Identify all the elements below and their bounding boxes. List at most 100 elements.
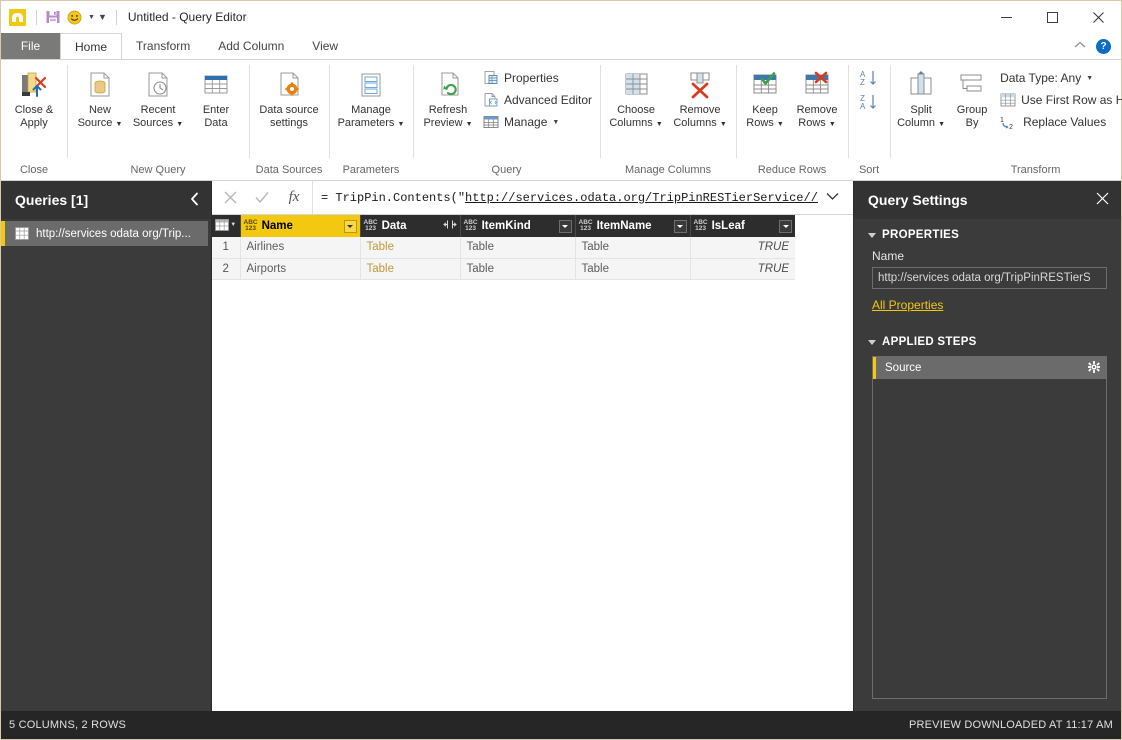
query-list-item[interactable]: http://services odata org/Trip... [1,221,208,246]
data-source-settings-button[interactable]: Data source settings [253,65,325,130]
filter-dropdown-icon[interactable] [558,219,572,233]
manage-button[interactable]: Manage ▼ [479,111,596,133]
tab-add-column[interactable]: Add Column [204,33,298,59]
sort-descending-button[interactable]: Z A [858,91,880,113]
data-type-dropdown-icon[interactable]: ▼ [1086,75,1093,82]
tab-file[interactable]: File [1,33,60,59]
help-button[interactable]: ? [1096,38,1111,54]
tab-transform[interactable]: Transform [122,33,204,59]
cell-itemname[interactable]: Table [575,237,691,259]
remove-rows-dropdown-icon[interactable]: ▼ [829,121,836,128]
choose-columns-dropdown-icon[interactable]: ▼ [656,121,663,128]
insert-step-fx-button[interactable]: fx [280,185,308,211]
advanced-editor-button[interactable]: Advanced Editor [479,89,596,111]
chevron-left-icon[interactable] [190,192,199,209]
gear-icon[interactable] [1088,360,1100,376]
sort-ascending-button[interactable]: A Z [858,67,880,89]
split-column-dropdown-icon[interactable]: ▼ [938,121,945,128]
data-preview-grid: ▼ ABC 123 Name ABC 123 Data ABC 123 Item… [212,215,795,280]
formula-url-link[interactable]: http://services.odata.org/TripPinRESTier… [465,191,818,205]
keep-rows-button[interactable]: Keep Rows ▼ [740,65,790,131]
filter-dropdown-icon[interactable] [673,219,687,233]
grid-column-header-itemname[interactable]: ABC 123 ItemName [575,215,691,237]
save-icon[interactable] [44,8,62,26]
query-name-input[interactable]: http://services odata org/TripPinRESTier… [872,267,1107,289]
properties-label: Properties [504,71,559,85]
cell-name[interactable]: Airlines [240,237,361,259]
grid-column-header-data[interactable]: ABC 123 Data [360,215,461,237]
enter-data-button[interactable]: Enter Data [187,65,245,130]
accept-check-icon[interactable] [248,185,276,211]
cell-itemkind[interactable]: Table [460,237,576,259]
expand-columns-icon[interactable] [442,219,457,233]
tab-home[interactable]: Home [60,33,123,59]
new-source-button[interactable]: New Source ▼ [71,65,129,131]
grid-column-header-itemkind[interactable]: ABC 123 ItemKind [460,215,576,237]
close-icon[interactable] [1096,192,1109,208]
remove-columns-dropdown-icon[interactable]: ▼ [720,121,727,128]
grid-column-header-name[interactable]: ABC 123 Name [240,215,361,237]
cell-isleaf[interactable]: TRUE [690,237,795,259]
group-by-button[interactable]: Group By [948,65,996,130]
all-properties-link[interactable]: All Properties [872,298,1107,312]
refresh-preview-button[interactable]: Refresh Preview ▼ [417,65,479,131]
ribbon-group-transform: Split Column ▼ Group By Data Type: Any ▼… [890,60,1122,180]
chevron-up-icon[interactable] [1074,40,1086,52]
applied-step-source[interactable]: Source [873,357,1106,379]
table-row[interactable]: 1 Airlines Table Table Table TRUE [212,237,795,259]
manage-dropdown-icon[interactable]: ▼ [552,119,559,126]
grid-column-header-isleaf[interactable]: ABC 123 IsLeaf [690,215,795,237]
cell-itemname[interactable]: Table [575,258,691,280]
cell-data[interactable]: Table [360,237,461,259]
cell-name[interactable]: Airports [240,258,361,280]
customize-quick-access-toolbar-icon[interactable]: ▼ [98,12,107,22]
chevron-down-icon[interactable] [818,192,847,204]
grid-select-all-header[interactable]: ▼ [212,215,241,237]
remove-columns-button[interactable]: Remove Columns ▼ [668,65,732,131]
remove-rows-button[interactable]: Remove Rows ▼ [790,65,844,131]
choose-columns-button[interactable]: Choose Columns ▼ [604,65,668,131]
transform-small-buttons: Data Type: Any ▼ Use First Row as Header… [996,65,1122,133]
enter-data-label: Enter Data [202,104,230,129]
properties-section-header[interactable]: PROPERTIES [868,229,1107,241]
recent-sources-dropdown-icon[interactable]: ▼ [176,121,183,128]
maximize-button[interactable] [1029,1,1075,33]
query-small-buttons: Properties Advanced Editor Manage ▼ [479,65,596,133]
refresh-preview-dropdown-icon[interactable]: ▼ [466,121,473,128]
data-type-button[interactable]: Data Type: Any ▼ [996,67,1122,89]
formula-input-wrap[interactable]: = TripPin.Contents("http://services.odat… [313,181,853,214]
smiley-icon[interactable] [65,8,83,26]
applied-steps-section-header[interactable]: APPLIED STEPS [868,336,1107,348]
cell-data[interactable]: Table [360,258,461,280]
tab-view[interactable]: View [298,33,352,59]
table-icon [215,218,230,231]
enter-data-icon [200,68,232,102]
filter-dropdown-icon[interactable] [343,219,357,233]
ribbon-tab-bar: File Home Transform Add Column View ? [1,33,1121,59]
recent-sources-label: Recent Sources [132,104,176,129]
table-row[interactable]: 2 Airports Table Table Table TRUE [212,258,795,280]
close-button[interactable] [1075,1,1121,33]
use-first-row-as-headers-button[interactable]: Use First Row as Headers ▼ [996,89,1122,111]
minimize-button[interactable] [983,1,1029,33]
data-type-abc123-icon: ABC 123 [463,218,478,232]
svg-text:Z: Z [860,78,865,87]
smiley-dropdown-icon[interactable]: ▼ [88,14,95,21]
query-settings-body: PROPERTIES Name http://services odata or… [854,219,1121,711]
new-source-dropdown-icon[interactable]: ▼ [115,121,122,128]
replace-values-button[interactable]: 1 2 Replace Values [996,111,1122,133]
query-settings-pane: Query Settings PROPERTIES Name http://se… [854,181,1121,711]
manage-parameters-dropdown-icon[interactable]: ▼ [397,121,404,128]
manage-parameters-button[interactable]: Manage Parameters ▼ [333,65,409,131]
properties-button[interactable]: Properties [479,67,596,89]
filter-dropdown-icon[interactable] [779,219,792,233]
formula-input[interactable]: = TripPin.Contents("http://services.odat… [321,191,818,205]
split-column-button[interactable]: Split Column ▼ [894,65,948,131]
keep-rows-dropdown-icon[interactable]: ▼ [777,121,784,128]
collapse-triangle-icon [868,339,876,345]
recent-sources-button[interactable]: Recent Sources ▼ [129,65,187,131]
cancel-x-icon[interactable] [216,185,244,211]
cell-itemkind[interactable]: Table [460,258,576,280]
close-and-apply-button[interactable]: Close & Apply [5,65,63,130]
cell-isleaf[interactable]: TRUE [690,258,795,280]
